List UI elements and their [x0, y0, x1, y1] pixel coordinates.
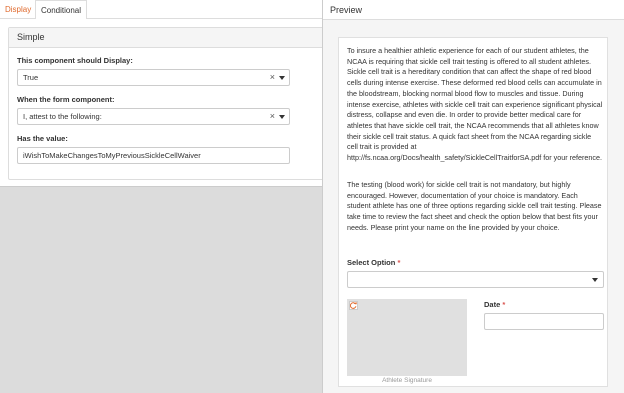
- chevron-down-icon[interactable]: [279, 115, 285, 119]
- signature-caption: Athlete Signature: [382, 377, 432, 384]
- when-component-value: I, attest to the following:: [23, 112, 102, 121]
- card-title: Simple: [9, 28, 324, 48]
- required-mark: *: [397, 258, 401, 267]
- signature-pad[interactable]: [347, 299, 467, 376]
- chevron-down-icon[interactable]: [592, 278, 598, 282]
- when-component-select[interactable]: I, attest to the following: ×: [17, 108, 290, 125]
- display-condition-select[interactable]: True ×: [17, 69, 290, 86]
- tab-display[interactable]: Display: [0, 0, 36, 19]
- simple-conditional-card: Simple This component should Display: Tr…: [8, 27, 325, 180]
- info-paragraph-1: To insure a healthier athletic experienc…: [347, 46, 603, 163]
- select-option-label: Select Option *: [347, 258, 400, 267]
- clear-icon[interactable]: ×: [270, 70, 275, 85]
- preview-panel: Preview To insure a healthier athletic e…: [322, 0, 624, 393]
- tab-conditional[interactable]: Conditional: [35, 0, 88, 20]
- select-option-text: Select Option: [347, 258, 396, 267]
- conditional-tab-body: Simple This component should Display: Tr…: [0, 19, 332, 187]
- display-condition-label: This component should Display:: [17, 56, 133, 65]
- form-preview: To insure a healthier athletic experienc…: [338, 37, 608, 387]
- date-label: Date *: [484, 300, 505, 309]
- has-value-label: Has the value:: [17, 134, 68, 143]
- has-value-input[interactable]: iWishToMakeChangesToMyPreviousSickleCell…: [17, 147, 290, 164]
- refresh-icon[interactable]: [349, 301, 358, 310]
- date-label-text: Date: [484, 300, 501, 309]
- when-component-label: When the form component:: [17, 95, 115, 104]
- preview-body: To insure a healthier athletic experienc…: [323, 20, 624, 393]
- preview-title: Preview: [323, 0, 624, 20]
- clear-icon[interactable]: ×: [270, 109, 275, 124]
- display-condition-value: True: [23, 73, 39, 82]
- editor-tabs: Display Conditional: [0, 0, 332, 20]
- date-input[interactable]: [484, 313, 604, 330]
- component-editor-panel: Display Conditional Simple This componen…: [0, 0, 332, 393]
- chevron-down-icon[interactable]: [279, 76, 285, 80]
- select-option-dropdown[interactable]: [347, 271, 604, 288]
- info-paragraph-2: The testing (blood work) for sickle cell…: [347, 180, 602, 232]
- required-mark: *: [502, 300, 506, 309]
